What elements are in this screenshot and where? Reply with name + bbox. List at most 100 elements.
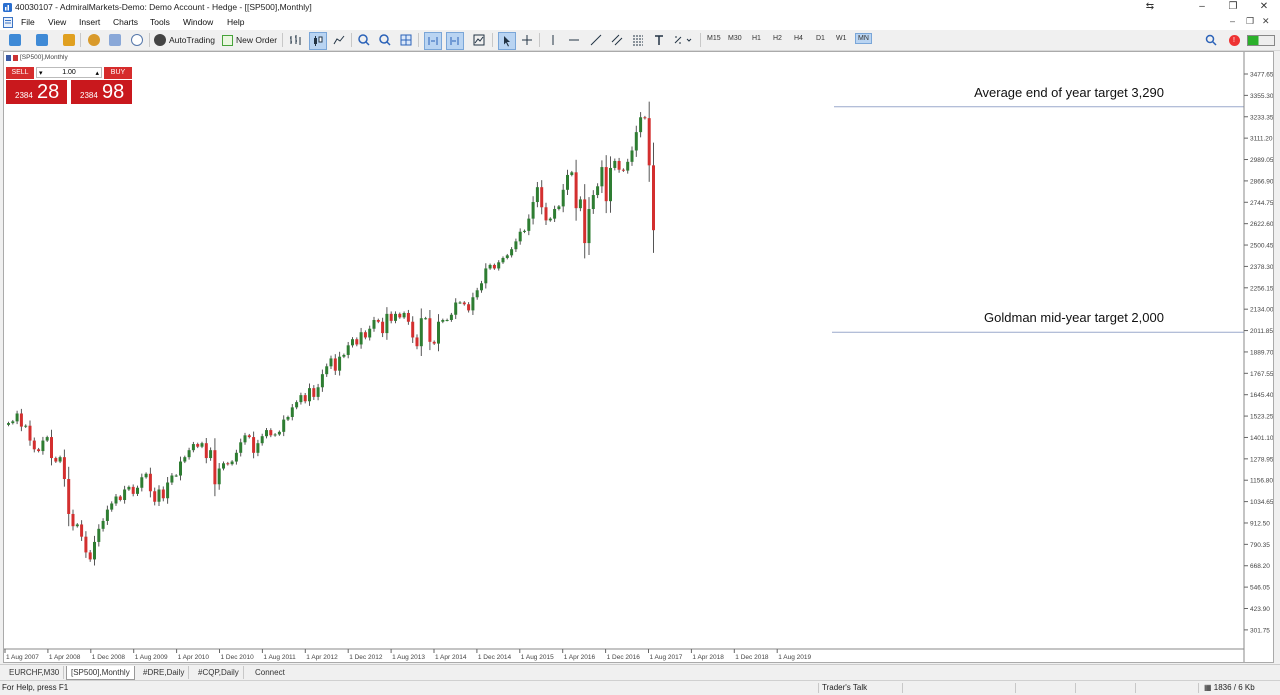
zoom-out-icon[interactable]	[377, 32, 393, 48]
cursor-icon[interactable]	[498, 32, 516, 50]
maximize-button[interactable]: ❐	[1226, 1, 1240, 13]
tab-dre[interactable]: #DRE,Daily	[139, 666, 190, 679]
time-tick-label: 1 Aug 2007	[6, 654, 39, 661]
candle-body	[544, 207, 548, 221]
timeframe-m30[interactable]: M30	[728, 35, 742, 42]
candle-body	[320, 374, 324, 388]
candle-body	[480, 283, 483, 291]
tab-connect[interactable]: Connect	[251, 666, 289, 679]
child-restore-button[interactable]: ❐	[1246, 16, 1254, 27]
price-tick-label: 1034.65	[1250, 499, 1273, 506]
new-order-button[interactable]: New Order	[222, 32, 277, 48]
trendline-icon[interactable]	[588, 32, 604, 48]
tab-eurchf[interactable]: EURCHF,M30	[5, 666, 65, 679]
menu-view[interactable]: View	[48, 17, 66, 27]
zoom-in-icon[interactable]	[356, 32, 372, 48]
candle-body	[308, 388, 311, 402]
candle-body	[260, 436, 264, 444]
channel-icon[interactable]	[609, 32, 625, 48]
timeframe-m15[interactable]: M15	[707, 35, 721, 42]
restore-arrows-icon[interactable]: ⇆	[1143, 1, 1157, 13]
candle-body	[118, 496, 122, 500]
horizontal-line-icon[interactable]	[566, 32, 582, 48]
timeframe-mn[interactable]: MN	[855, 33, 872, 44]
fibonacci-icon[interactable]	[630, 32, 646, 48]
timeframe-h2[interactable]: H2	[773, 35, 782, 42]
timeframe-h4[interactable]: H4	[794, 35, 803, 42]
tile-windows-icon[interactable]	[398, 32, 414, 48]
candle-body	[54, 458, 58, 462]
price-tick-label: 2866.90	[1250, 178, 1273, 185]
market-watch-icon[interactable]	[86, 32, 102, 48]
candle-body	[71, 513, 75, 527]
time-tick-label: 1 Apr 2014	[435, 654, 467, 661]
candle-body	[514, 241, 518, 250]
candle-body	[196, 444, 200, 447]
status-bar: For Help, press F1 Trader's Talk ▦ 1836 …	[0, 680, 1280, 695]
candle-body	[609, 167, 612, 202]
candle-body	[652, 165, 655, 231]
timeframe-d1[interactable]: D1	[816, 35, 825, 42]
child-minimize-button[interactable]: –	[1230, 16, 1235, 26]
candle-body	[359, 332, 363, 345]
new-chart-icon[interactable]	[7, 32, 23, 48]
autotrading-icon	[154, 34, 166, 46]
menu-tools[interactable]: Tools	[150, 17, 170, 27]
chart-shift-icon[interactable]	[446, 32, 464, 50]
window-title: 40030107 - AdmiralMarkets-Demo: Demo Acc…	[15, 2, 312, 12]
window-titlebar: 40030107 - AdmiralMarkets-Demo: Demo Acc…	[0, 0, 1280, 15]
timeframe-h1[interactable]: H1	[752, 35, 761, 42]
price-tick-label: 3477.65	[1250, 72, 1273, 79]
tab-cqp[interactable]: #CQP,Daily	[194, 666, 244, 679]
minimize-button[interactable]: –	[1195, 1, 1209, 13]
candle-body	[273, 434, 277, 436]
auto-scroll-icon[interactable]	[424, 32, 442, 50]
chart-window[interactable]: [SP500],Monthly SELL ▾ 1.00 ▴ BUY 2384 2…	[3, 51, 1274, 663]
crosshair-icon[interactable]	[519, 32, 535, 48]
candle-body	[62, 457, 66, 480]
candle-body	[187, 450, 191, 458]
tab-sp500[interactable]: [SP500],Monthly	[66, 666, 135, 680]
candle-body	[553, 209, 557, 219]
child-close-button[interactable]: ✕	[1262, 16, 1270, 27]
data-window-icon[interactable]	[107, 32, 123, 48]
timeframe-w1[interactable]: W1	[836, 35, 847, 42]
menu-insert[interactable]: Insert	[79, 17, 100, 27]
shapes-dropdown-icon[interactable]	[672, 32, 694, 48]
vertical-line-icon[interactable]	[545, 32, 561, 48]
signals-icon[interactable]	[129, 32, 145, 48]
candle-body	[630, 150, 634, 162]
candle-body	[492, 264, 496, 269]
price-chart[interactable]: Average end of year target 3,290 Goldman …	[4, 52, 1273, 662]
price-tick-label: 912.50	[1250, 520, 1270, 527]
search-icon[interactable]	[1203, 32, 1219, 48]
connection-indicator-icon	[1247, 32, 1275, 48]
candle-body	[600, 167, 604, 187]
price-tick-label: 2011.85	[1250, 328, 1273, 335]
menu-file[interactable]: File	[21, 17, 35, 27]
candle-body	[475, 290, 479, 298]
text-tool-icon[interactable]	[651, 32, 667, 48]
autotrading-button[interactable]: AutoTrading	[154, 32, 215, 48]
menu-window[interactable]: Window	[183, 17, 213, 27]
candle-body	[200, 443, 204, 447]
profiles-icon[interactable]	[34, 32, 50, 48]
candle-body	[424, 318, 428, 320]
candle-body	[411, 321, 415, 338]
candlestick-chart-icon[interactable]	[309, 32, 327, 50]
menu-charts[interactable]: Charts	[113, 17, 138, 27]
candle-body	[75, 524, 79, 527]
candles	[7, 101, 655, 566]
time-tick-label: 1 Dec 2018	[735, 654, 769, 661]
candle-body	[161, 489, 165, 499]
candle-body	[140, 477, 144, 488]
indicators-icon[interactable]	[471, 32, 487, 48]
close-button[interactable]: ✕	[1257, 1, 1271, 13]
time-tick-label: 1 Aug 2019	[778, 654, 811, 661]
bar-chart-icon[interactable]	[287, 32, 303, 48]
line-chart-icon[interactable]	[331, 32, 347, 48]
notification-icon[interactable]: !	[1226, 32, 1242, 48]
menu-help[interactable]: Help	[227, 17, 244, 27]
navigator-icon[interactable]	[61, 32, 77, 48]
candle-body	[234, 452, 238, 462]
